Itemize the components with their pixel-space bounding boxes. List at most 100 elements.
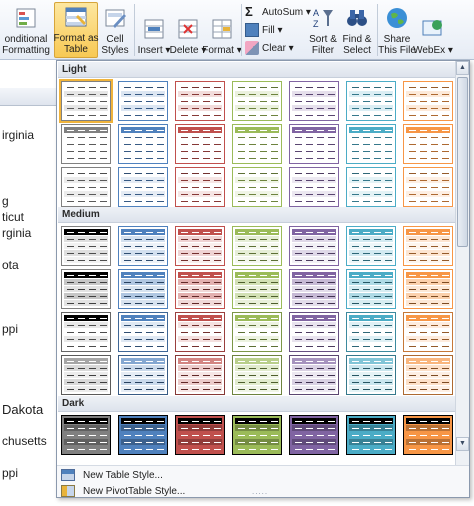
table-style-m1-aqua[interactable]: [346, 226, 396, 266]
cell[interactable]: irginia: [2, 128, 34, 142]
clear-button[interactable]: Clear ▾: [245, 40, 294, 56]
table-style-l1-orange[interactable]: [403, 81, 453, 121]
table-style-l1-red[interactable]: [175, 81, 225, 121]
table-style-m1-blue[interactable]: [118, 226, 168, 266]
format-as-table-button[interactable]: Format as Table: [54, 2, 99, 58]
table-style-m2-purple[interactable]: [289, 269, 339, 309]
scroll-up-button[interactable]: ▲: [456, 61, 469, 75]
table-style-gallery: Light Medium Dark ▲ ▼ New Table Style...…: [56, 60, 470, 498]
swatch-row: [178, 148, 222, 154]
new-table-style-item[interactable]: New Table Style...: [61, 467, 163, 483]
cell[interactable]: ppi: [2, 322, 18, 336]
swatch-dash: [385, 173, 392, 174]
swatch-dash: [374, 332, 381, 333]
table-style-l3-none[interactable]: [61, 167, 111, 207]
fill-button[interactable]: Fill ▾: [245, 22, 283, 38]
table-style-l2-red[interactable]: [175, 124, 225, 164]
table-style-l3-aqua[interactable]: [346, 167, 396, 207]
table-style-l1-green[interactable]: [232, 81, 282, 121]
swatch-dash: [409, 318, 416, 319]
table-style-m1-purple[interactable]: [289, 226, 339, 266]
table-style-m4-none[interactable]: [61, 355, 111, 395]
table-style-m3-purple[interactable]: [289, 312, 339, 352]
cell[interactable]: ppi: [2, 466, 18, 480]
resize-grip[interactable]: .....: [252, 487, 268, 496]
cell-styles-button[interactable]: Cell Styles: [100, 2, 130, 58]
table-style-m1-red[interactable]: [175, 226, 225, 266]
table-style-m2-red[interactable]: [175, 269, 225, 309]
table-style-l1-aqua[interactable]: [346, 81, 396, 121]
scroll-thumb[interactable]: [457, 77, 468, 247]
table-style-l3-red[interactable]: [175, 167, 225, 207]
new-pivottable-style-item[interactable]: New PivotTable Style...: [61, 483, 185, 499]
webex-button[interactable]: WebEx ▾: [413, 2, 453, 58]
table-style-l1-purple[interactable]: [289, 81, 339, 121]
swatch-dash: [238, 144, 245, 145]
table-style-l1-blue[interactable]: [118, 81, 168, 121]
find-select-button[interactable]: Find & Select: [340, 2, 374, 58]
swatch-dash: [78, 421, 85, 422]
table-style-d1-blue[interactable]: [118, 415, 168, 455]
table-style-m4-green[interactable]: [232, 355, 282, 395]
table-style-m2-orange[interactable]: [403, 269, 453, 309]
table-style-m3-green[interactable]: [232, 312, 282, 352]
gallery-scrollbar[interactable]: ▲ ▼: [455, 61, 469, 465]
table-style-d1-orange[interactable]: [403, 415, 453, 455]
table-style-m1-orange[interactable]: [403, 226, 453, 266]
table-style-m3-red[interactable]: [175, 312, 225, 352]
table-style-m2-none[interactable]: [61, 269, 111, 309]
table-style-m2-aqua[interactable]: [346, 269, 396, 309]
table-style-l3-blue[interactable]: [118, 167, 168, 207]
swatch-dash: [78, 151, 85, 152]
table-style-m3-none[interactable]: [61, 312, 111, 352]
cell[interactable]: Dakota: [2, 402, 43, 417]
table-style-d1-aqua[interactable]: [346, 415, 396, 455]
table-style-m3-aqua[interactable]: [346, 312, 396, 352]
table-style-m1-green[interactable]: [232, 226, 282, 266]
swatch-dash: [89, 115, 96, 116]
table-style-m1-none[interactable]: [61, 226, 111, 266]
swatch-row: [349, 134, 393, 140]
swatch-dash: [100, 87, 107, 88]
table-style-l2-purple[interactable]: [289, 124, 339, 164]
table-style-l2-blue[interactable]: [118, 124, 168, 164]
insert-button[interactable]: Insert ▾: [138, 2, 170, 58]
cell[interactable]: g: [2, 194, 9, 208]
delete-button[interactable]: Delete ▾: [170, 2, 206, 58]
table-style-m4-blue[interactable]: [118, 355, 168, 395]
conditional-formatting-button[interactable]: onditional Formatting: [0, 2, 52, 58]
cell[interactable]: ota: [2, 258, 19, 272]
format-button[interactable]: Format ▾: [202, 2, 242, 58]
table-style-m4-red[interactable]: [175, 355, 225, 395]
swatch-dash: [317, 368, 324, 369]
scroll-down-button[interactable]: ▼: [456, 437, 469, 451]
table-style-m2-blue[interactable]: [118, 269, 168, 309]
table-style-l3-orange[interactable]: [403, 167, 453, 207]
swatch-dash: [442, 232, 449, 233]
cell[interactable]: ticut: [2, 210, 24, 224]
share-this-file-button[interactable]: Share This File: [378, 2, 416, 58]
autosum-button[interactable]: Σ AutoSum ▾: [245, 4, 311, 20]
table-style-l3-green[interactable]: [232, 167, 282, 207]
table-style-l2-aqua[interactable]: [346, 124, 396, 164]
cell[interactable]: rginia: [2, 226, 31, 240]
table-style-l2-orange[interactable]: [403, 124, 453, 164]
table-style-l2-none[interactable]: [61, 124, 111, 164]
table-style-m2-green[interactable]: [232, 269, 282, 309]
cell[interactable]: chusetts: [2, 434, 47, 448]
swatch-dash: [385, 137, 392, 138]
table-style-d1-green[interactable]: [232, 415, 282, 455]
table-style-m4-aqua[interactable]: [346, 355, 396, 395]
table-style-m4-purple[interactable]: [289, 355, 339, 395]
sort-filter-button[interactable]: A Z Sort & Filter: [306, 2, 340, 58]
table-style-l3-purple[interactable]: [289, 167, 339, 207]
table-style-d1-none[interactable]: [61, 415, 111, 455]
table-style-d1-red[interactable]: [175, 415, 225, 455]
swatch-dash: [442, 428, 449, 429]
table-style-l1-none[interactable]: [59, 79, 113, 123]
table-style-l2-green[interactable]: [232, 124, 282, 164]
table-style-m3-blue[interactable]: [118, 312, 168, 352]
table-style-m3-orange[interactable]: [403, 312, 453, 352]
table-style-m4-orange[interactable]: [403, 355, 453, 395]
table-style-d1-purple[interactable]: [289, 415, 339, 455]
